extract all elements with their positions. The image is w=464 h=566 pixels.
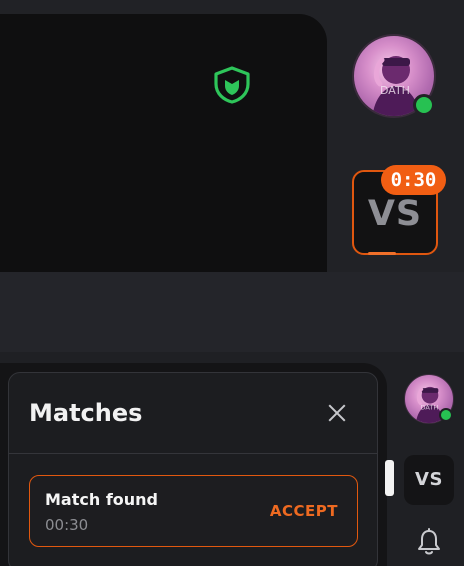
versus-label: VS (367, 194, 423, 234)
match-found-label: Match found (45, 490, 158, 509)
avatar-watermark-small: DATH (420, 404, 438, 412)
shield-icon (214, 66, 250, 104)
close-icon[interactable] (323, 399, 351, 427)
match-list-item[interactable]: Match found 00:30 ACCEPT (29, 475, 358, 547)
accept-button[interactable]: ACCEPT (270, 502, 338, 520)
versus-label-small: VS (415, 469, 443, 490)
matches-popup: Matches Match found 00:30 ACCEPT (8, 372, 378, 566)
timer-progress-bar (368, 252, 396, 255)
divider (9, 453, 377, 454)
online-status-indicator-small (439, 408, 453, 422)
bell-icon[interactable] (416, 528, 442, 556)
versus-button-small[interactable]: VS (404, 455, 454, 505)
countdown-timer-badge: 0:30 (381, 165, 446, 195)
game-panel (0, 14, 327, 272)
match-timer: 00:30 (45, 516, 89, 534)
separator-strip (0, 272, 464, 352)
active-indicator-bar (385, 460, 394, 496)
avatar-watermark: DATH (380, 84, 410, 97)
online-status-indicator (413, 94, 435, 116)
matches-title: Matches (29, 399, 143, 427)
